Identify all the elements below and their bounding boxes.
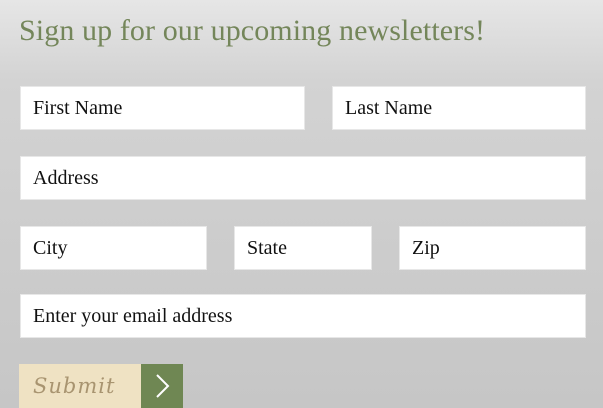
address-placeholder: Address (33, 166, 99, 189)
state-field[interactable]: State (234, 226, 372, 270)
state-placeholder: State (247, 236, 287, 259)
last-name-field[interactable]: Last Name (332, 86, 586, 130)
zip-placeholder: Zip (412, 236, 440, 259)
first-name-field[interactable]: First Name (20, 86, 305, 130)
chevron-right-icon[interactable] (141, 364, 183, 408)
last-name-placeholder: Last Name (345, 96, 433, 119)
zip-field[interactable]: Zip (399, 226, 586, 270)
email-placeholder: Enter your email address (33, 304, 233, 327)
form-title: Sign up for our upcoming newsletters! (19, 14, 486, 47)
submit-label: Submit (19, 364, 141, 408)
city-field[interactable]: City (20, 226, 207, 270)
submit-button[interactable]: Submit (19, 364, 183, 408)
email-field[interactable]: Enter your email address (20, 294, 586, 338)
city-placeholder: City (33, 236, 68, 259)
address-field[interactable]: Address (20, 156, 586, 200)
first-name-placeholder: First Name (33, 96, 123, 119)
